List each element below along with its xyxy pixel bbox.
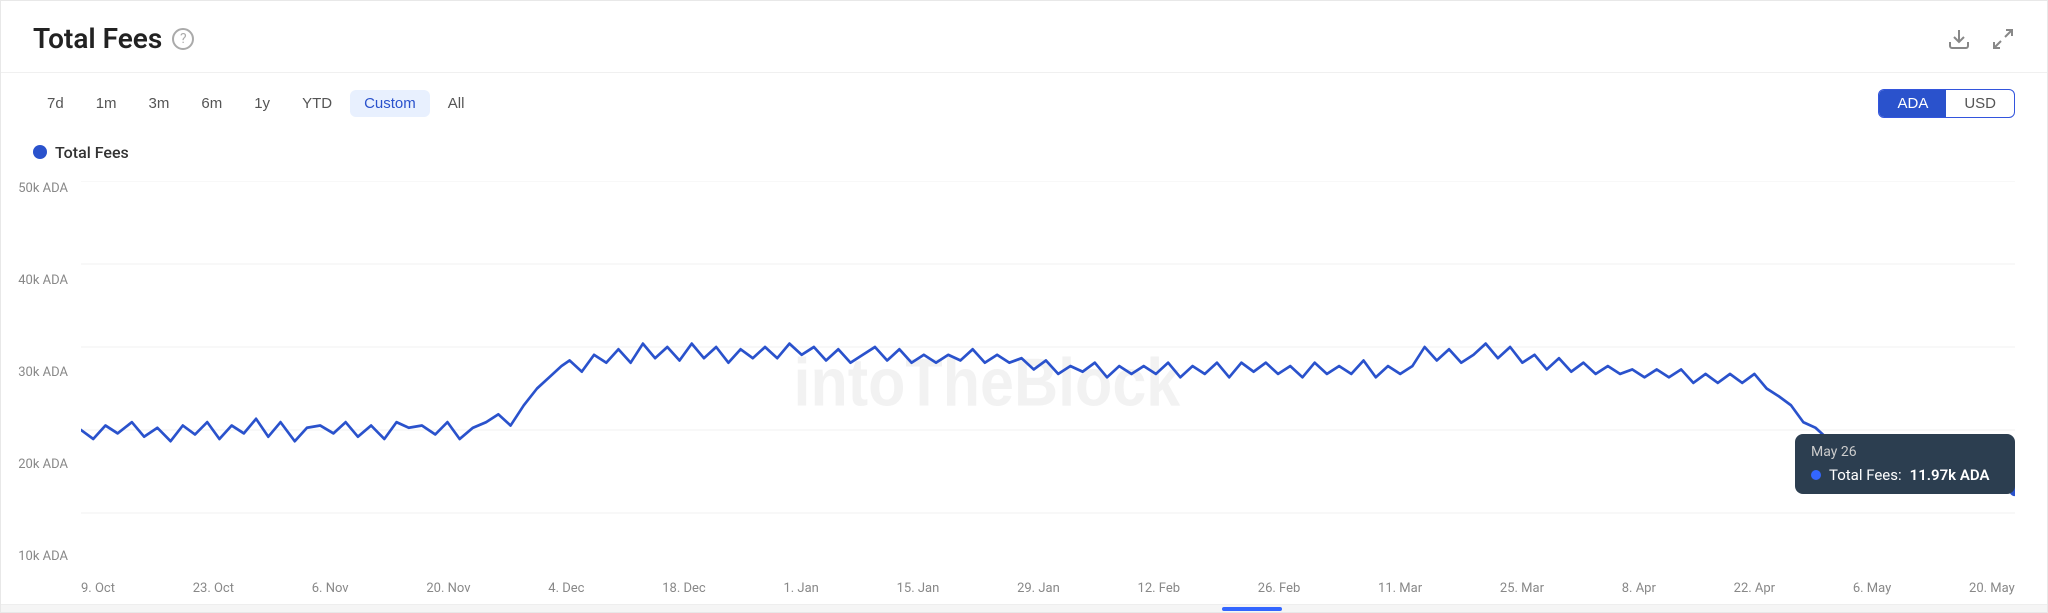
filter-all[interactable]: All	[434, 90, 479, 117]
y-label-40k: 40k ADA	[1, 273, 76, 288]
svg-text:intoTheBlock: intoTheBlock	[794, 345, 1181, 420]
filter-1m[interactable]: 1m	[82, 90, 131, 117]
y-label-20k: 20k ADA	[1, 457, 76, 472]
main-container: Total Fees ? 7d	[0, 0, 2048, 613]
filter-3m[interactable]: 3m	[135, 90, 184, 117]
y-label-50k: 50k ADA	[1, 181, 76, 196]
legend-label: Total Fees	[55, 143, 129, 162]
time-filters: 7d 1m 3m 6m 1y YTD Custom All	[33, 90, 478, 117]
expand-icon[interactable]	[1991, 27, 2015, 51]
currency-usd[interactable]: USD	[1946, 90, 2014, 117]
page-title: Total Fees	[33, 22, 162, 55]
currency-ada[interactable]: ADA	[1879, 90, 1946, 117]
legend-dot	[33, 145, 47, 159]
chart-end-dot	[2008, 482, 2015, 498]
controls-bar: 7d 1m 3m 6m 1y YTD Custom All ADA USD	[1, 73, 2047, 133]
chart-svg: intoTheBlock	[81, 181, 2015, 596]
filter-1y[interactable]: 1y	[240, 90, 284, 117]
chart-area: 50k ADA 40k ADA 30k ADA 20k ADA 10k ADA …	[1, 171, 2047, 604]
bottom-bar	[1, 604, 2047, 612]
info-icon[interactable]: ?	[172, 28, 194, 50]
legend: Total Fees	[1, 133, 2047, 171]
header-left: Total Fees ?	[33, 22, 194, 55]
filter-custom[interactable]: Custom	[350, 90, 430, 117]
currency-toggle: ADA USD	[1878, 89, 2015, 118]
download-icon[interactable]	[1947, 27, 1971, 51]
header-right	[1947, 27, 2015, 51]
filter-ytd[interactable]: YTD	[288, 90, 346, 117]
header: Total Fees ?	[1, 1, 2047, 73]
scroll-indicator[interactable]	[1222, 607, 1282, 611]
filter-7d[interactable]: 7d	[33, 90, 78, 117]
filter-6m[interactable]: 6m	[187, 90, 236, 117]
y-label-30k: 30k ADA	[1, 365, 76, 380]
y-label-10k: 10k ADA	[1, 549, 76, 564]
